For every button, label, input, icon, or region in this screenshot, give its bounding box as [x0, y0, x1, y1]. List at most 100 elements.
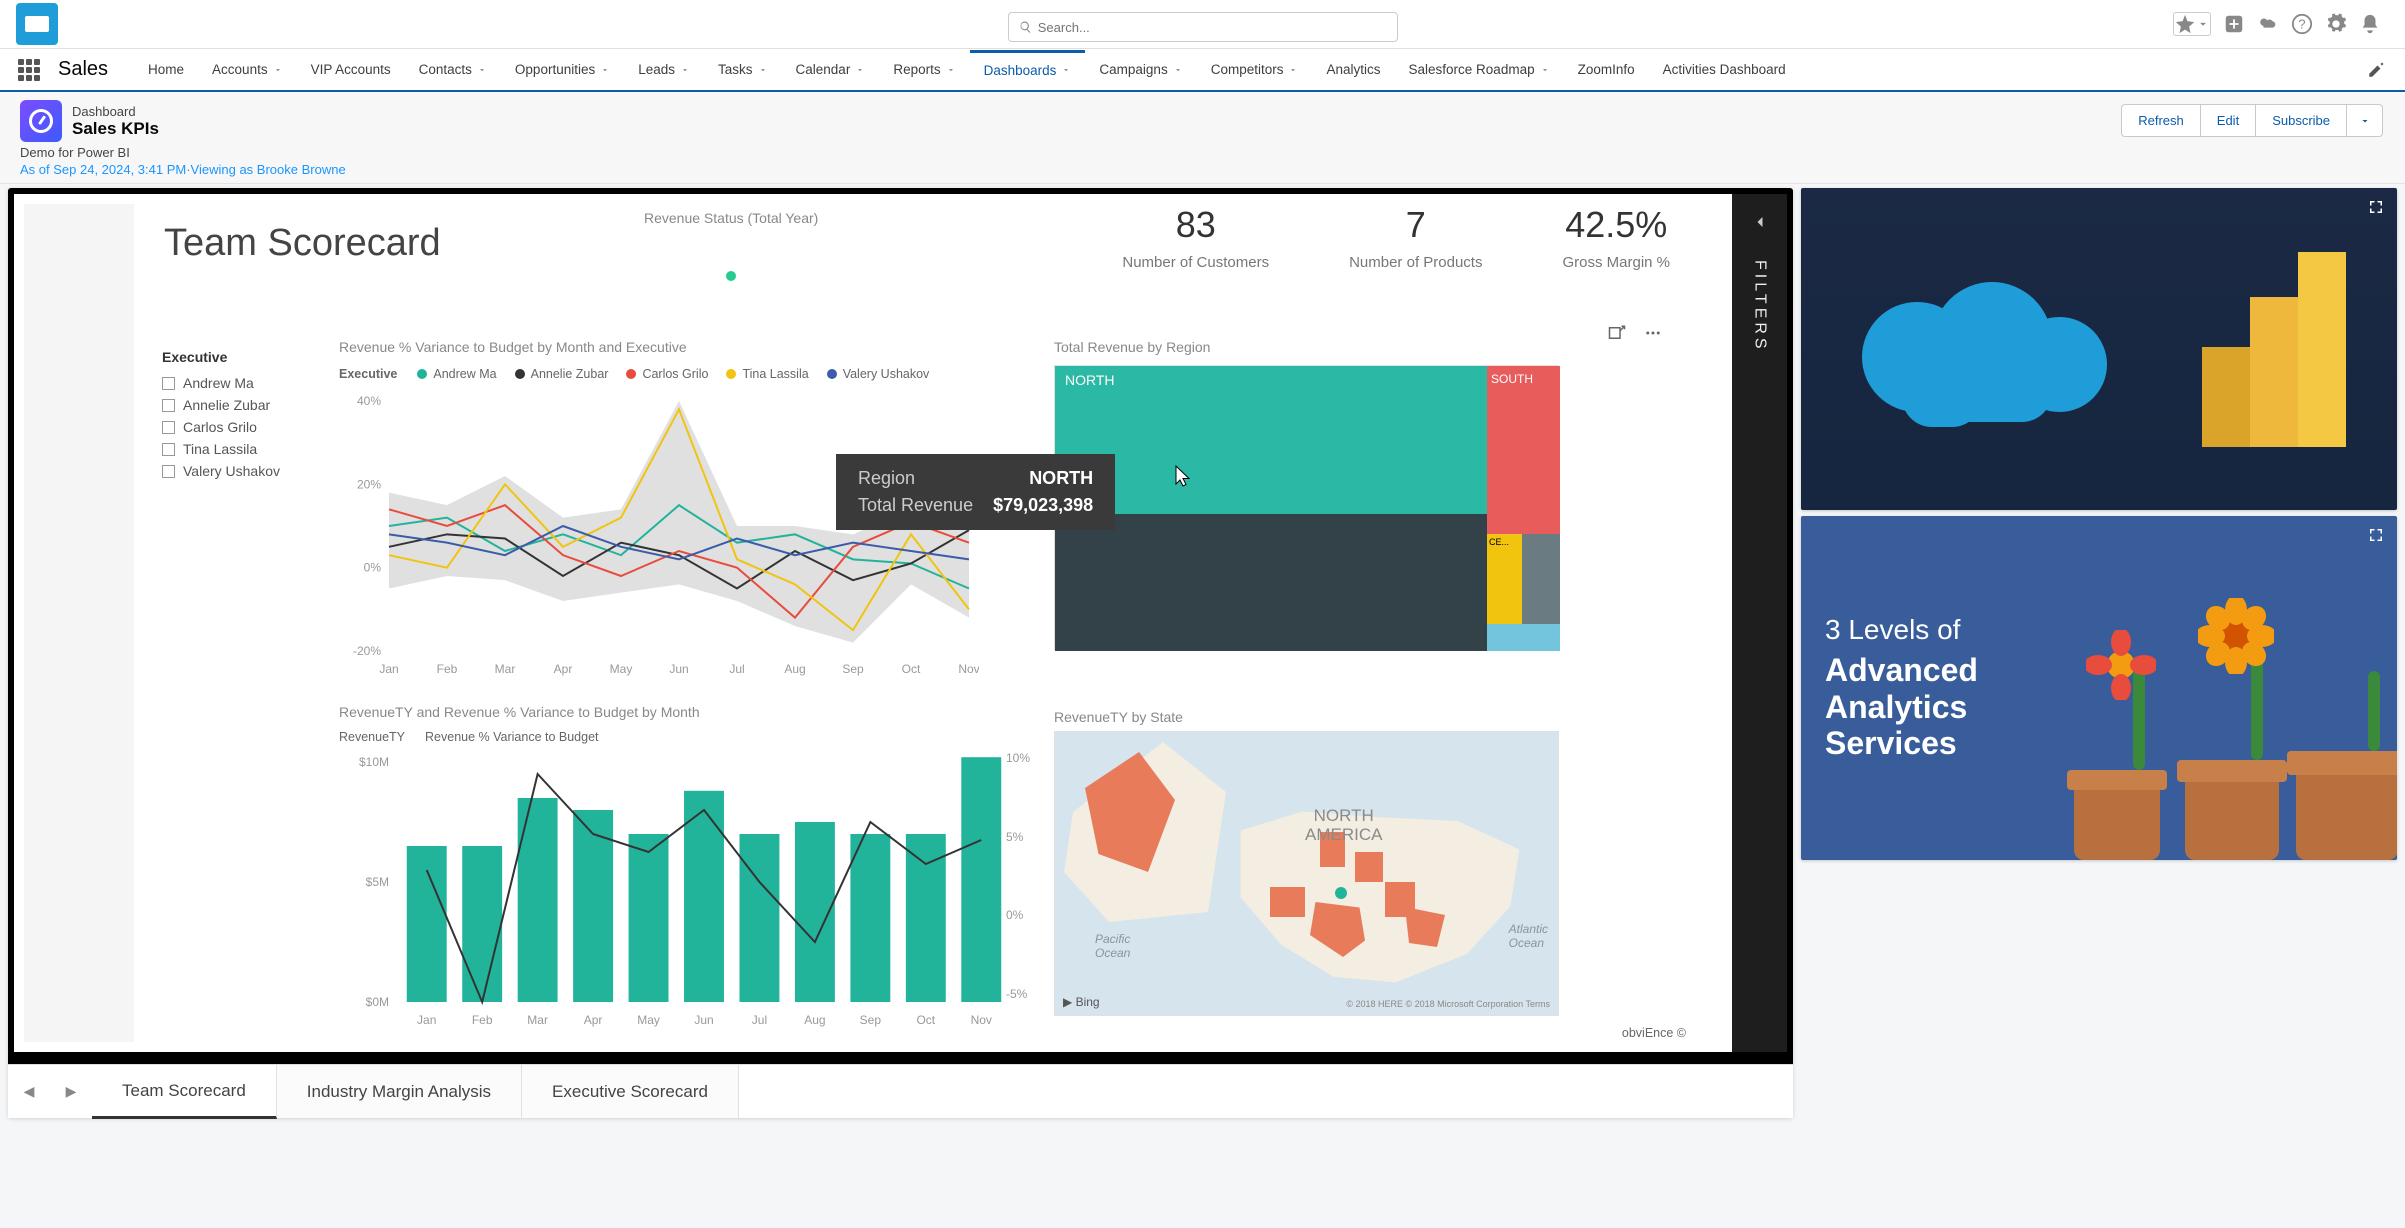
global-search[interactable] — [1008, 12, 1398, 42]
nav-item-reports[interactable]: Reports — [879, 52, 969, 88]
nav-item-salesforce-roadmap[interactable]: Salesforce Roadmap — [1395, 52, 1564, 88]
exec-checkbox-andrew-ma[interactable]: Andrew Ma — [162, 375, 280, 391]
legend-item[interactable]: Valery Ushakov — [827, 367, 930, 381]
dashboard-icon — [20, 100, 62, 142]
nav-item-contacts[interactable]: Contacts — [405, 52, 501, 88]
report-tab-executive-scorecard[interactable]: Executive Scorecard — [522, 1065, 739, 1118]
legend-item[interactable]: Carlos Grilo — [626, 367, 708, 381]
tab-nav-next[interactable]: ▶ — [50, 1065, 92, 1118]
svg-text:Jan: Jan — [417, 1013, 436, 1027]
nav-item-campaigns[interactable]: Campaigns — [1085, 52, 1196, 88]
header-utility-icons: ? — [2173, 12, 2381, 36]
svg-text:Sep: Sep — [842, 662, 864, 676]
svg-text:Jun: Jun — [694, 1013, 713, 1027]
legend-item[interactable]: Andrew Ma — [417, 367, 496, 381]
chevron-down-icon — [2359, 115, 2371, 127]
svg-text:40%: 40% — [357, 394, 381, 408]
svg-text:-20%: -20% — [353, 644, 381, 658]
tab-nav-prev[interactable]: ◀ — [8, 1065, 50, 1118]
report-tab-team-scorecard[interactable]: Team Scorecard — [92, 1065, 277, 1119]
treemap-region-5[interactable] — [1522, 534, 1560, 624]
report-tab-industry-margin-analysis[interactable]: Industry Margin Analysis — [277, 1065, 522, 1118]
nav-item-accounts[interactable]: Accounts — [198, 52, 297, 88]
svg-text:Aug: Aug — [804, 1013, 825, 1027]
side-card-branding[interactable] — [1801, 188, 2397, 510]
exec-checkbox-valery-ushakov[interactable]: Valery Ushakov — [162, 463, 280, 479]
chevron-down-icon — [680, 65, 690, 75]
as-of-text[interactable]: As of Sep 24, 2024, 3:41 PM·Viewing as B… — [20, 162, 2385, 177]
dashboard-header: Dashboard Sales KPIs Demo for Power BI A… — [0, 92, 2405, 184]
nav-item-zoominfo[interactable]: ZoomInfo — [1564, 52, 1649, 88]
nav-item-analytics[interactable]: Analytics — [1312, 52, 1394, 88]
expand-icon[interactable] — [2367, 526, 2385, 544]
status-dot-icon — [726, 271, 736, 281]
app-launcher-icon[interactable] — [18, 59, 40, 81]
svg-text:May: May — [637, 1013, 660, 1027]
app-logo — [16, 3, 58, 45]
powerbi-report-frame: Team Scorecard Revenue Status (Total Yea… — [8, 188, 1793, 1118]
refresh-button[interactable]: Refresh — [2121, 104, 2201, 137]
svg-text:$0M: $0M — [366, 995, 389, 1009]
revenue-treemap[interactable]: Total Revenue by Region NORTH SOUTH CE..… — [1054, 339, 1574, 650]
salesforce-icon[interactable] — [2257, 13, 2279, 35]
gear-icon[interactable] — [2325, 13, 2347, 35]
exec-checkbox-annelie-zubar[interactable]: Annelie Zubar — [162, 397, 280, 413]
legend-item[interactable]: Tina Lassila — [726, 367, 808, 381]
side-card-analytics[interactable]: 3 Levels of Advanced Analytics Services — [1801, 516, 2397, 860]
subscribe-button[interactable]: Subscribe — [2256, 104, 2347, 137]
exec-checkbox-tina-lassila[interactable]: Tina Lassila — [162, 441, 280, 457]
svg-text:Feb: Feb — [437, 662, 458, 676]
dashboard-subtitle: Demo for Power BI — [20, 145, 2385, 160]
filters-panel-collapsed[interactable]: FILTERS — [1732, 194, 1787, 1052]
svg-text:Aug: Aug — [784, 662, 805, 676]
more-actions-button[interactable] — [2347, 104, 2383, 137]
pencil-icon[interactable] — [2367, 61, 2385, 79]
revenue-map[interactable]: RevenueTY by State 10%5%0%-5% — [1054, 709, 1574, 1016]
help-icon[interactable]: ? — [2291, 13, 2313, 35]
favorite-dropdown[interactable] — [2173, 12, 2211, 36]
flower-pot-icon — [2111, 660, 2167, 860]
bell-icon[interactable] — [2359, 13, 2381, 35]
treemap-south[interactable]: SOUTH — [1487, 366, 1560, 534]
record-type-label: Dashboard — [72, 104, 159, 119]
nav-item-activities-dashboard[interactable]: Activities Dashboard — [1649, 52, 1800, 88]
executive-filter: Executive Andrew MaAnnelie ZubarCarlos G… — [162, 349, 280, 485]
chevron-down-icon — [758, 65, 768, 75]
revenue-bar-chart[interactable]: RevenueTY and Revenue % Variance to Budg… — [339, 704, 1039, 1037]
focus-mode-icon[interactable] — [1606, 324, 1628, 342]
bing-logo: ▶ Bing — [1063, 995, 1100, 1009]
nav-item-competitors[interactable]: Competitors — [1197, 52, 1313, 88]
treemap-region-6[interactable] — [1487, 624, 1560, 651]
app-name: Sales — [58, 58, 108, 81]
map-body[interactable]: NORTH AMERICA Pacific Ocean Atlantic Oce… — [1054, 731, 1559, 1016]
nav-item-calendar[interactable]: Calendar — [782, 52, 880, 88]
legend-item[interactable]: Annelie Zubar — [515, 367, 609, 381]
svg-text:Apr: Apr — [584, 1013, 603, 1027]
svg-text:Nov: Nov — [971, 1013, 992, 1027]
exec-checkbox-carlos-grilo[interactable]: Carlos Grilo — [162, 419, 280, 435]
edit-button[interactable]: Edit — [2201, 104, 2256, 137]
search-input[interactable] — [1038, 20, 1387, 35]
chevron-left-icon[interactable] — [1750, 212, 1770, 232]
nav-item-dashboards[interactable]: Dashboards — [970, 50, 1086, 88]
nav-item-vip-accounts[interactable]: VIP Accounts — [297, 52, 405, 88]
svg-text:0%: 0% — [364, 561, 382, 575]
obvience-credit: obviEnce © — [1622, 1026, 1686, 1040]
treemap-region-2[interactable] — [1055, 514, 1487, 651]
more-options-icon[interactable] — [1642, 324, 1664, 342]
treemap-north[interactable]: NORTH — [1055, 366, 1487, 514]
nav-item-tasks[interactable]: Tasks — [704, 52, 782, 88]
nav-item-opportunities[interactable]: Opportunities — [501, 52, 624, 88]
svg-text:Feb: Feb — [472, 1013, 493, 1027]
svg-text:Oct: Oct — [902, 662, 921, 676]
chevron-down-icon — [1540, 65, 1550, 75]
add-icon[interactable] — [2223, 13, 2245, 35]
nav-item-home[interactable]: Home — [134, 52, 198, 88]
nav-item-leads[interactable]: Leads — [624, 52, 704, 88]
svg-text:Nov: Nov — [958, 662, 979, 676]
treemap-central[interactable]: CE... — [1487, 534, 1522, 624]
body: Team Scorecard Revenue Status (Total Yea… — [0, 184, 2405, 1228]
svg-text:$5M: $5M — [366, 875, 389, 889]
chevron-down-icon — [855, 65, 865, 75]
expand-icon[interactable] — [2367, 198, 2385, 216]
